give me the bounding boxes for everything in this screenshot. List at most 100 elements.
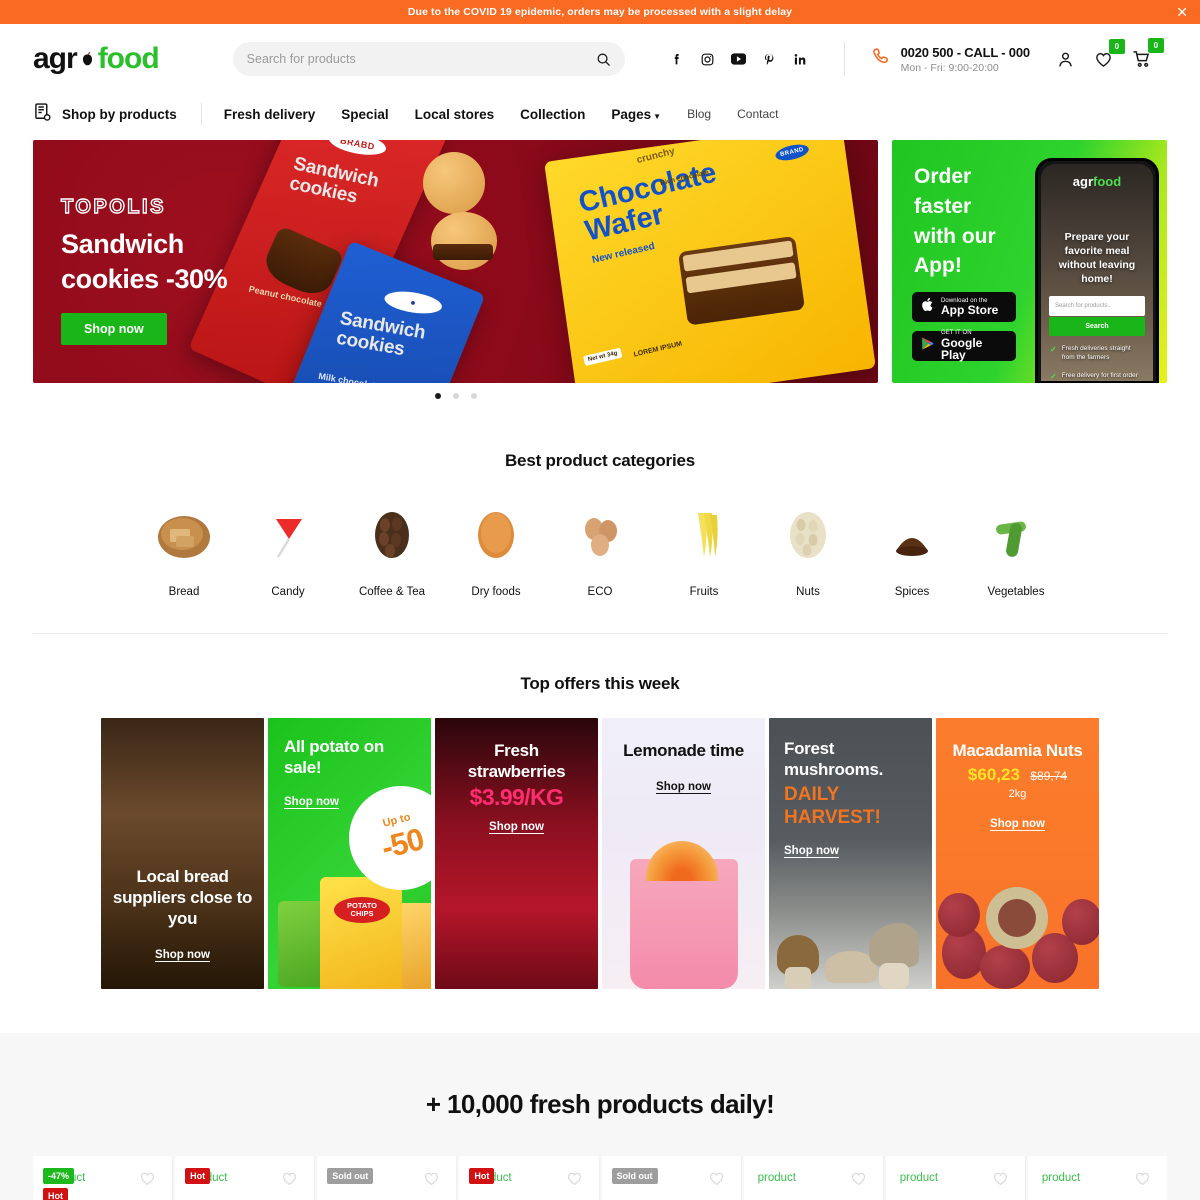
eggs-icon xyxy=(572,507,628,563)
nav-item-contact[interactable]: Contact xyxy=(737,107,778,121)
offer-title: Local bread suppliers close to you xyxy=(112,867,253,929)
offer-card-macadamia[interactable]: Macadamia Nuts $60,23 $89,74 2kg Shop no… xyxy=(936,718,1099,989)
offer-card-mushrooms[interactable]: Forest mushrooms. DAILY HARVEST! Shop no… xyxy=(769,718,932,989)
carousel-dot-1[interactable] xyxy=(434,393,441,399)
wishlist-count: 0 xyxy=(1108,38,1125,54)
hero-shop-now-button[interactable]: Shop now xyxy=(61,313,167,346)
product-card[interactable]: product xyxy=(743,1156,884,1200)
shop-by-products-button[interactable]: Shop by products xyxy=(33,102,177,127)
app-store-button[interactable]: Download on the App Store xyxy=(912,292,1016,322)
category-label: Coffee & Tea xyxy=(358,586,426,598)
app-copy-line2: faster xyxy=(914,194,972,218)
wishlist-button[interactable]: 0 xyxy=(1094,38,1125,69)
category-eco[interactable]: ECO xyxy=(548,507,652,598)
heart-outline-icon[interactable] xyxy=(850,1170,867,1192)
category-spices[interactable]: Spices xyxy=(860,507,964,598)
app-feature-2: ✓ Free delivery for first order xyxy=(1050,372,1144,381)
search-input[interactable] xyxy=(246,52,596,66)
phone-block[interactable]: 0020 500 - CALL - 000 Mon - Fri: 9:00-20… xyxy=(871,45,1030,74)
nav-item-fresh-delivery[interactable]: Fresh delivery xyxy=(224,107,316,122)
cart-button[interactable]: 0 xyxy=(1132,38,1164,69)
category-label: Nuts xyxy=(796,586,820,598)
offer-shop-now[interactable]: Shop now xyxy=(155,949,210,961)
product-badges: Sold out xyxy=(611,1168,658,1184)
app-search-placeholder: Search for products.. xyxy=(1055,303,1111,310)
offer-card-strawberries[interactable]: Fresh strawberries $3.99/KG Shop now xyxy=(435,718,598,989)
search-bar[interactable] xyxy=(232,42,625,76)
offer-weight: 2kg xyxy=(1008,788,1027,801)
app-logo: agrfood xyxy=(1041,174,1153,189)
offer-price: $3.99/KG xyxy=(469,784,564,811)
youtube-icon[interactable] xyxy=(730,52,746,67)
google-play-button[interactable]: GET IT ON Google Play xyxy=(912,330,1016,363)
product-card[interactable]: product Sold out xyxy=(317,1156,458,1200)
product-label: product xyxy=(1041,1172,1081,1184)
offer-card-potato[interactable]: All potato on sale! Shop now Up to -50 P… xyxy=(268,718,431,989)
heart-outline-icon[interactable] xyxy=(281,1170,298,1192)
category-label: Bread xyxy=(168,586,200,598)
category-dry-foods[interactable]: Dry foods xyxy=(444,507,548,598)
user-icon[interactable] xyxy=(1056,50,1075,69)
linkedin-icon[interactable] xyxy=(793,52,808,67)
heart-outline-icon[interactable] xyxy=(992,1170,1009,1192)
product-label: product xyxy=(757,1172,796,1184)
facebook-icon[interactable] xyxy=(669,52,684,67)
truck-icon: ✓ xyxy=(1050,371,1057,381)
category-bread[interactable]: Bread xyxy=(132,507,236,598)
category-nuts[interactable]: Nuts xyxy=(756,507,860,598)
google-play-big-label: Google Play xyxy=(941,335,983,363)
apple-logo-icon xyxy=(920,296,935,318)
nav-item-pages[interactable]: Pages ▼ xyxy=(611,107,661,122)
phone-hours: Mon - Fri: 9:00-20:00 xyxy=(900,61,999,74)
header-actions: 0 0 xyxy=(1056,38,1164,69)
product-card[interactable]: product xyxy=(1027,1156,1167,1200)
close-icon[interactable]: ✕ xyxy=(1176,5,1188,19)
heart-outline-icon[interactable] xyxy=(566,1170,583,1192)
offer-shop-now[interactable]: Shop now xyxy=(489,821,544,833)
shop-by-products-label: Shop by products xyxy=(62,106,177,122)
heart-outline-icon[interactable] xyxy=(1134,1170,1151,1192)
category-candy[interactable]: Candy xyxy=(236,507,340,598)
app-promo-banner[interactable]: Order faster with our App! Download on t… xyxy=(892,140,1167,383)
nav-item-special[interactable]: Special xyxy=(341,107,388,122)
hero-copy: TOPOLIS Sandwich cookies -30% Shop now xyxy=(60,195,228,346)
nav-item-local-stores[interactable]: Local stores xyxy=(415,107,495,122)
pack-brand: BRABD xyxy=(327,140,388,159)
carousel-dot-2[interactable] xyxy=(452,393,459,399)
logo-text-food: food xyxy=(97,42,160,75)
nav-item-collection[interactable]: Collection xyxy=(520,107,585,122)
offer-title: Macadamia Nuts xyxy=(952,741,1083,760)
wafer-crunchy: crunchy xyxy=(635,145,676,167)
product-card[interactable]: product xyxy=(885,1156,1026,1200)
nav-item-blog[interactable]: Blog xyxy=(687,107,711,121)
offer-shop-now[interactable]: Shop now xyxy=(284,796,339,808)
categories-section: Best product categories Bread Candy Coff… xyxy=(0,399,1200,634)
heart-outline-icon[interactable] xyxy=(139,1170,156,1192)
category-vegetables[interactable]: Vegetables xyxy=(964,507,1068,598)
heart-outline-icon[interactable] xyxy=(708,1170,725,1192)
site-logo[interactable]: agr food xyxy=(33,42,160,76)
product-card[interactable]: product Hot xyxy=(459,1156,600,1200)
product-card[interactable]: product -47% Hot xyxy=(33,1156,174,1200)
products-section: + 10,000 fresh products daily! product -… xyxy=(0,1033,1200,1200)
categories-list: Bread Candy Coffee & Tea Dry foods ECO F… xyxy=(0,507,1200,598)
pinterest-icon[interactable] xyxy=(762,52,777,67)
instagram-icon[interactable] xyxy=(700,52,715,67)
search-icon[interactable] xyxy=(596,52,611,67)
carousel-dot-3[interactable] xyxy=(470,393,477,399)
macadamia-image xyxy=(936,859,1099,989)
catalog-icon xyxy=(33,102,53,127)
heart-outline-icon[interactable] xyxy=(423,1170,440,1192)
hero-carousel-dots xyxy=(33,393,878,399)
product-card[interactable]: product Sold out xyxy=(601,1156,742,1200)
offer-card-lemonade[interactable]: Lemonade time Shop now xyxy=(602,718,765,989)
offer-shop-now[interactable]: Shop now xyxy=(656,781,711,793)
product-card[interactable]: product Hot xyxy=(175,1156,316,1200)
category-fruits[interactable]: Fruits xyxy=(652,507,756,598)
category-coffee-tea[interactable]: Coffee & Tea xyxy=(340,507,444,598)
offer-shop-now[interactable]: Shop now xyxy=(784,845,839,857)
offer-card-bread[interactable]: Local bread suppliers close to you Shop … xyxy=(101,718,264,989)
hero-banner[interactable]: BRABD Sandwich cookies Peanut chocolate … xyxy=(33,140,878,383)
phone-mockup: agrfood Prepare your favorite meal witho… xyxy=(1035,158,1159,383)
offer-shop-now[interactable]: Shop now xyxy=(990,818,1045,830)
